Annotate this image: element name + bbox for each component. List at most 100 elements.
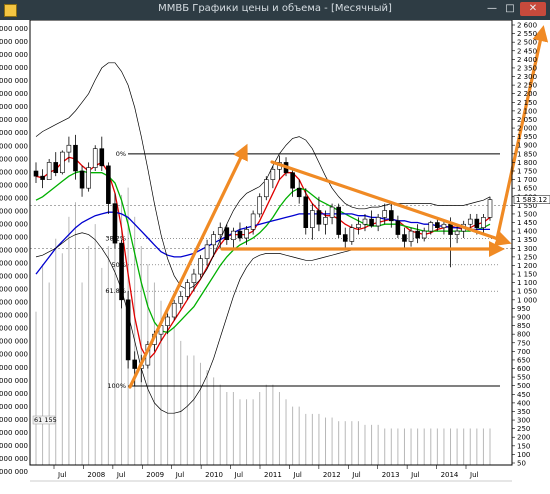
candle-body [92, 148, 98, 168]
volume-bar [42, 264, 44, 465]
title-bar[interactable]: ММВБ Графики цены и объема - [Месячный] … [0, 0, 550, 20]
time-tick-label: 2014 [441, 471, 459, 479]
fib-level-label: 100% [107, 382, 126, 390]
volume-bar [246, 399, 248, 465]
volume-tick-label: 000 000 [0, 168, 28, 176]
volume-tick-label: 000 000 [0, 207, 28, 215]
volume-bar [344, 421, 346, 465]
volume-bar [430, 428, 432, 465]
volume-bar [193, 355, 195, 465]
volume-bar [338, 421, 340, 465]
price-tick-label: 1 350 [517, 236, 537, 244]
candle-body [336, 206, 341, 235]
minimize-icon[interactable]: — [484, 2, 500, 16]
candle-body [316, 210, 322, 225]
price-volume-chart: 0%38.2%50%61.8%100% 2 6002 5502 5002 450… [0, 20, 550, 494]
candle-body [204, 244, 210, 259]
volume-bar [443, 428, 445, 465]
volume-bar [199, 362, 201, 465]
volume-bar [482, 428, 484, 465]
candle-body [79, 170, 85, 189]
candle-body [66, 144, 72, 153]
volume-bar [469, 428, 471, 465]
candle-body [165, 316, 170, 326]
price-tick-label: 650 [517, 356, 530, 364]
volume-bar [371, 424, 373, 465]
volume-tick-label: 000 000 [0, 429, 28, 437]
price-tick-label: 1 050 [517, 288, 537, 296]
fib-level-label: 0% [116, 150, 126, 158]
time-tick-label: 2009 [146, 471, 164, 479]
price-tick-label: 1 500 [517, 210, 537, 218]
candle-body [487, 199, 493, 218]
candle-body [231, 230, 236, 241]
price-tick-label: 2 500 [517, 39, 537, 47]
candle-body [329, 206, 335, 218]
volume-tick-label: 000 000 [0, 129, 28, 137]
time-tick-label: Jul [175, 471, 185, 479]
volume-bar [213, 377, 215, 465]
volume-bar [450, 428, 452, 465]
candle-body [99, 148, 105, 167]
volume-bar [331, 417, 333, 465]
volume-bar [364, 424, 366, 465]
price-tick-label: 900 [517, 314, 530, 322]
price-tick-label: 1 800 [517, 159, 537, 167]
volume-bar [61, 253, 63, 465]
candle-body [211, 234, 216, 246]
price-tick-label: 2 150 [517, 99, 537, 107]
volume-bar [68, 216, 70, 465]
volume-tick-label: 000 000 [0, 273, 28, 281]
time-tick-label: 2012 [323, 471, 341, 479]
candle-body [310, 210, 315, 228]
volume-tick-label: 000 000 [0, 364, 28, 372]
volume-bar [463, 428, 465, 465]
volume-tick-label: 000 000 [0, 38, 28, 46]
candle-body [474, 218, 480, 228]
volume-bar [377, 424, 379, 465]
candle-body [40, 175, 45, 180]
candle-body [60, 151, 65, 174]
candle-body [112, 203, 118, 244]
volume-tick-label: 000 000 [0, 351, 28, 359]
candle-body [349, 227, 355, 242]
price-tick-label: 2 600 [517, 22, 537, 30]
candle-body [198, 258, 203, 275]
candle-body [342, 234, 348, 242]
price-tick-label: 2 350 [517, 64, 537, 72]
candle-body [53, 162, 59, 174]
close-icon[interactable]: ✕ [520, 2, 546, 16]
volume-tick-label: 000 000 [0, 455, 28, 463]
price-tick-label: 100 [517, 451, 530, 459]
candle-body [408, 230, 414, 242]
volume-bar [186, 355, 188, 465]
volume-tick-label: 000 000 [0, 25, 28, 33]
volume-bar [55, 238, 57, 465]
candle-body [356, 223, 361, 228]
candle-body [290, 172, 295, 189]
volume-bar [311, 413, 313, 465]
volume-bar [292, 406, 294, 465]
time-tick-label: Jul [410, 471, 420, 479]
candle-body [435, 222, 440, 228]
candle-body [217, 227, 223, 235]
chart-window: ММВБ Графики цены и объема - [Месячный] … [0, 0, 550, 494]
volume-bar [232, 392, 234, 465]
candle-body [125, 299, 131, 361]
maximize-icon[interactable]: □ [502, 2, 518, 16]
candle-body [428, 222, 434, 232]
volume-tick-label: 000 000 [0, 312, 28, 320]
candle-body [402, 234, 407, 242]
time-tick-label: Jul [292, 471, 302, 479]
time-tick-label: Jul [351, 471, 361, 479]
last-price-label: 1 583.12 [516, 196, 547, 204]
candle-body [467, 218, 473, 225]
volume-bar [265, 384, 267, 465]
volume-tick-label: 000 000 [0, 77, 28, 85]
price-tick-label: 1 650 [517, 185, 537, 193]
time-tick-label: Jul [469, 471, 479, 479]
volume-tick-label: 000 000 [0, 220, 28, 228]
volume-tick-label: 000 000 [0, 286, 28, 294]
candle-body [224, 227, 230, 241]
price-tick-label: 1 100 [517, 279, 537, 287]
